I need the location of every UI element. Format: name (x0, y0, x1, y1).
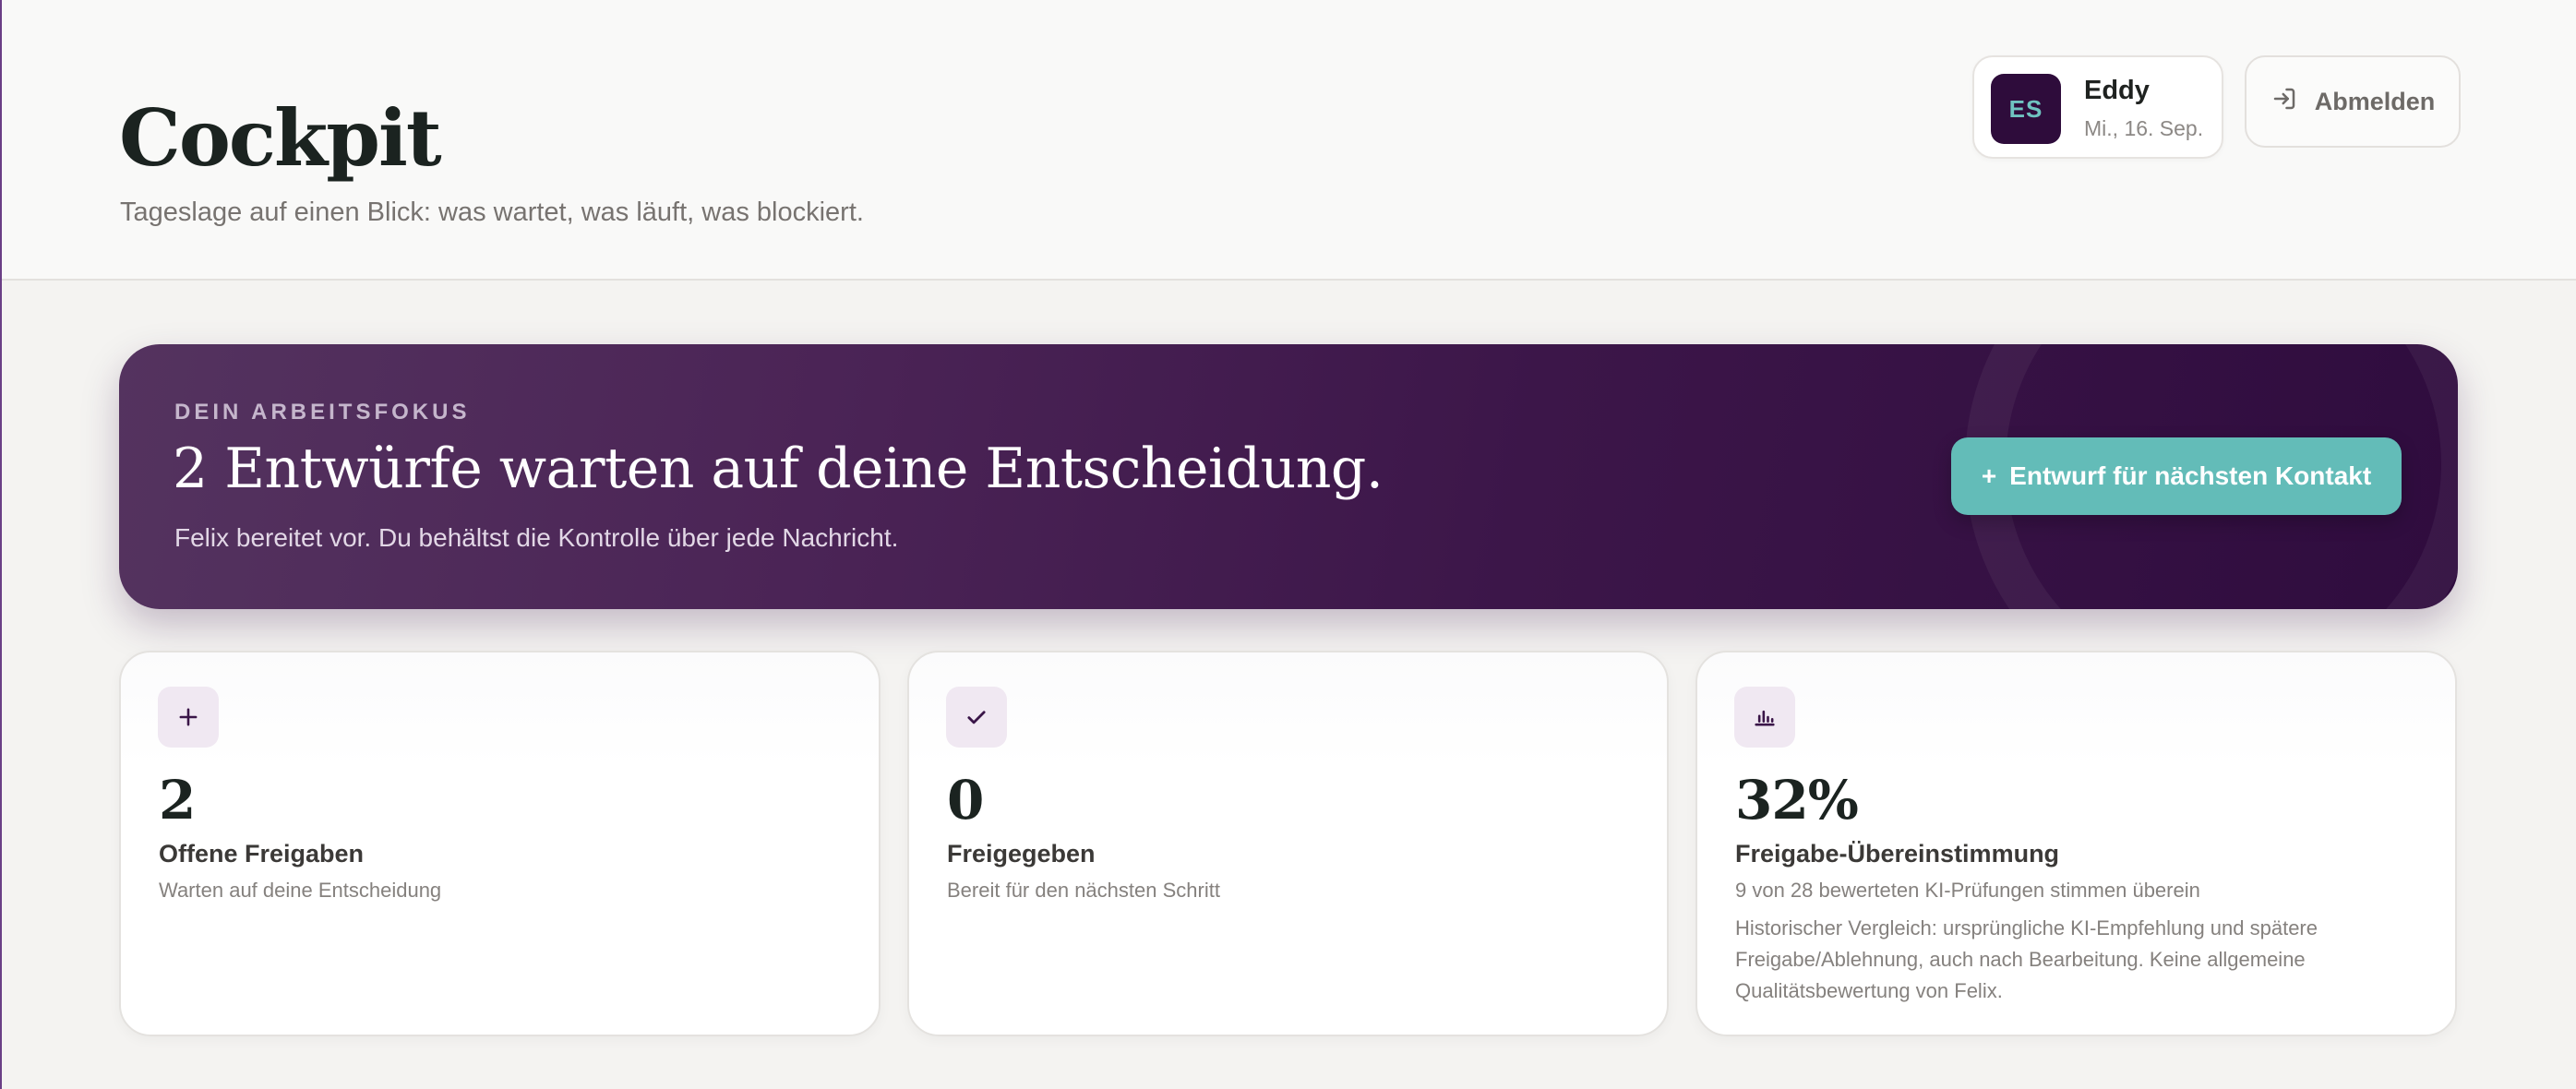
stat-description: Bereit für den nächsten Schritt (947, 879, 1220, 902)
focus-banner: DEIN ARBEITSFOKUS 2 Entwürfe warten auf … (119, 344, 2458, 609)
stat-label: Offene Freigaben (159, 840, 365, 868)
stat-value: 0 (947, 769, 984, 832)
stat-note: Historischer Vergleich: ursprüngliche KI… (1735, 916, 2318, 1002)
plus-icon (158, 687, 219, 748)
user-name: Eddy (2084, 76, 2150, 105)
stat-card-open-approvals[interactable]: 2 Offene Freigaben Warten auf deine Ents… (119, 651, 881, 1036)
stat-label: Freigabe-Übereinstimmung (1735, 840, 2060, 868)
stat-card-approved[interactable]: 0 Freigegeben Bereit für den nächsten Sc… (907, 651, 1669, 1036)
stat-description: 9 von 28 bewerteten KI-Prüfungen stimmen… (1735, 879, 2200, 902)
check-icon (946, 687, 1007, 748)
logout-button[interactable]: Abmelden (2245, 55, 2461, 148)
current-date: Mi., 16. Sep. (2084, 116, 2204, 140)
page-title: Cockpit (119, 92, 442, 184)
focus-subtitle: Felix bereitet vor. Du behältst die Kont… (174, 523, 899, 552)
avatar: ES (1991, 74, 2061, 144)
plus-icon: + (1981, 461, 1997, 490)
focus-kicker: DEIN ARBEITSFOKUS (174, 400, 471, 425)
stat-description: Warten auf deine Entscheidung (159, 879, 442, 902)
logout-icon (2270, 85, 2298, 119)
stat-value: 32% (1735, 769, 1859, 832)
stat-label: Freigegeben (947, 840, 1096, 868)
page-subtitle: Tageslage auf einen Blick: was wartet, w… (120, 197, 864, 227)
focus-title: 2 Entwürfe warten auf deine Entscheidung… (173, 437, 1384, 501)
page-header: Cockpit Tageslage auf einen Blick: was w… (2, 0, 2576, 281)
bar-chart-icon (1734, 687, 1795, 748)
stat-card-approval-match[interactable]: 32% Freigabe-Übereinstimmung 9 von 28 be… (1695, 651, 2457, 1036)
new-draft-label: Entwurf für nächsten Kontakt (2009, 461, 2372, 490)
user-card[interactable]: ES Eddy Mi., 16. Sep. (1972, 55, 2223, 159)
new-draft-button[interactable]: + Entwurf für nächsten Kontakt (1951, 437, 2402, 515)
logout-label: Abmelden (2314, 87, 2436, 115)
stat-value: 2 (159, 769, 196, 832)
